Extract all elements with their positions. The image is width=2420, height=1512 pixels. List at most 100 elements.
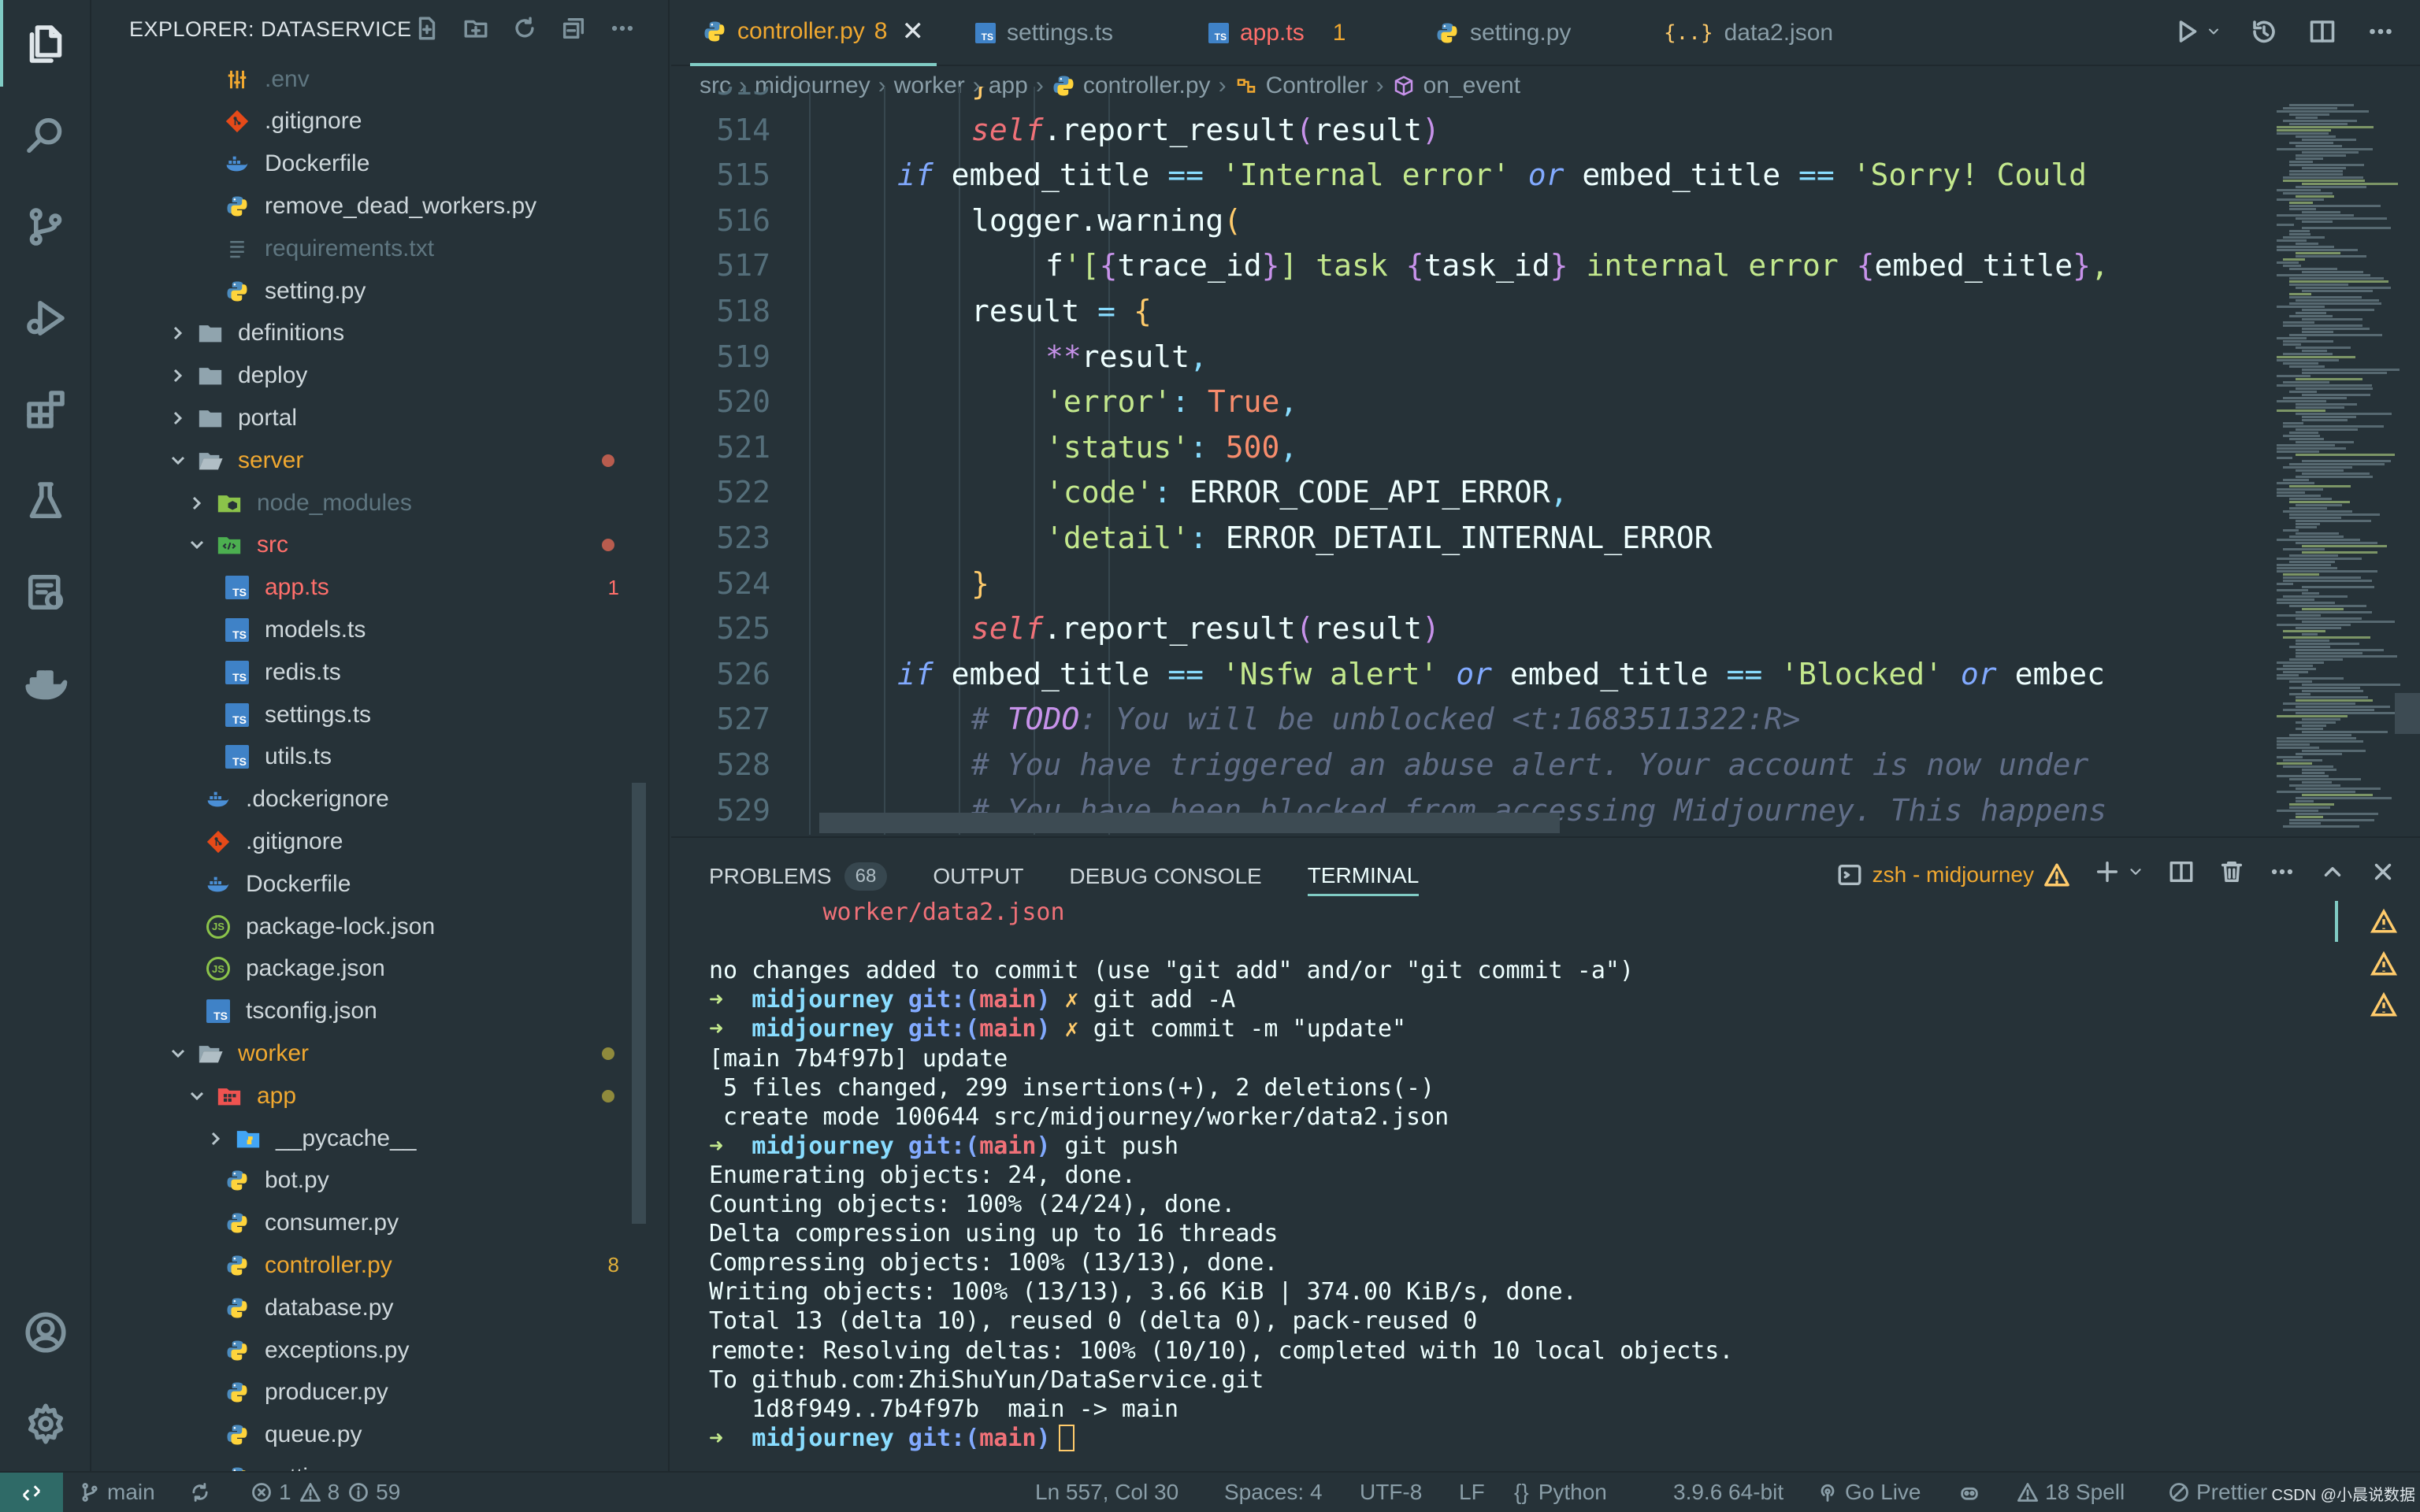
tab-problems[interactable]: PROBLEMS 68 <box>709 857 888 896</box>
more-actions-icon[interactable] <box>2365 16 2396 47</box>
folder-item[interactable]: app <box>91 1075 666 1117</box>
new-folder-icon[interactable] <box>462 14 490 43</box>
close-icon[interactable]: ✕ <box>901 16 924 47</box>
problems-summary[interactable]: 1 8 59 <box>251 1473 400 1512</box>
file-item[interactable]: TS settings.ts <box>91 694 666 736</box>
code-editor[interactable]: 513}514self.report_result(result)515if e… <box>671 87 2262 835</box>
minimap-line <box>2302 690 2364 692</box>
sync-status[interactable] <box>189 1473 217 1512</box>
settings-gear-icon[interactable] <box>20 1399 71 1449</box>
folder-item[interactable]: __pycache__ <box>91 1117 666 1159</box>
minimap-line <box>2277 602 2336 604</box>
file-item[interactable]: TS utils.ts <box>91 736 666 778</box>
language-mode[interactable]: {} Python <box>1514 1473 1607 1512</box>
more-actions-icon[interactable] <box>608 14 637 43</box>
file-item[interactable]: TS redis.ts <box>91 651 666 693</box>
new-file-icon[interactable] <box>413 14 441 43</box>
file-item[interactable]: setting.py <box>91 270 666 312</box>
tab-debug-console[interactable]: DEBUG CONSOLE <box>1069 857 1261 896</box>
git-branch[interactable]: main <box>79 1473 155 1512</box>
tab-app-ts[interactable]: TS app.ts 1 <box>1208 0 1345 66</box>
chevron-down-icon[interactable] <box>2127 858 2144 891</box>
file-item[interactable]: requirements.txt <box>91 228 666 269</box>
explorer-icon[interactable] <box>20 19 71 69</box>
file-item[interactable]: JS package.json <box>91 948 666 990</box>
terminal-selector[interactable]: zsh - midjourney <box>1836 862 2070 888</box>
refresh-icon[interactable] <box>510 14 539 43</box>
split-terminal-icon[interactable] <box>2168 858 2195 891</box>
file-item[interactable]: queue.py <box>91 1414 666 1456</box>
file-item[interactable]: database.py <box>91 1287 666 1329</box>
file-item[interactable]: TS app.ts 1 <box>91 567 666 609</box>
remote-indicator[interactable] <box>0 1473 63 1512</box>
extensions-icon[interactable] <box>20 384 71 435</box>
end-of-line[interactable]: LF <box>1459 1473 1485 1512</box>
file-item[interactable]: .gitignore <box>91 821 666 862</box>
file-item[interactable]: Dockerfile <box>91 863 666 905</box>
file-item[interactable]: TS models.ts <box>91 609 666 650</box>
remote-explorer-icon[interactable] <box>20 567 71 617</box>
close-panel-icon[interactable] <box>2370 858 2396 891</box>
file-item[interactable]: .dockerignore <box>91 779 666 821</box>
go-live-button[interactable]: Go Live <box>1817 1473 1921 1512</box>
source-control-icon[interactable] <box>20 202 71 252</box>
file-item[interactable]: .gitignore <box>91 101 666 143</box>
folder-item[interactable]: definitions <box>91 313 666 354</box>
search-icon[interactable] <box>20 110 71 161</box>
warning-icon[interactable] <box>2368 906 2400 937</box>
file-item[interactable]: producer.py <box>91 1372 666 1414</box>
testing-flask-icon[interactable] <box>20 476 71 526</box>
copilot-status[interactable] <box>1958 1473 1987 1512</box>
tab-terminal[interactable]: TERMINAL <box>1307 857 1420 896</box>
editor-horizontal-scrollbar[interactable] <box>819 813 1560 833</box>
terminal-output[interactable]: worker/data2.json no changes added to com… <box>709 899 2285 1465</box>
file-item[interactable]: TS tsconfig.json <box>91 991 666 1032</box>
chevron-down-icon[interactable] <box>2206 16 2221 47</box>
folder-item[interactable]: deploy <box>91 355 666 397</box>
account-icon[interactable] <box>20 1307 71 1358</box>
file-item[interactable]: exceptions.py <box>91 1329 666 1371</box>
item-label: worker <box>238 1040 310 1066</box>
collapse-all-icon[interactable] <box>559 14 588 43</box>
docker-icon[interactable] <box>20 658 71 709</box>
minimap-line <box>2277 762 2312 765</box>
folder-item[interactable]: server <box>91 439 666 481</box>
tab-output[interactable]: OUTPUT <box>933 857 1023 896</box>
split-editor-icon[interactable] <box>2307 16 2338 47</box>
cursor-position[interactable]: Ln 557, Col 30 <box>1035 1473 1178 1512</box>
tab-settings-ts[interactable]: TS settings.ts <box>975 0 1113 66</box>
folder-item[interactable]: portal <box>91 397 666 439</box>
file-item[interactable]: setting.py <box>91 1456 666 1471</box>
folder-item[interactable]: node_modules <box>91 482 666 524</box>
run-debug-icon[interactable] <box>20 293 71 343</box>
indentation[interactable]: Spaces: 4 <box>1224 1473 1323 1512</box>
warning-icon[interactable] <box>2368 989 2400 1021</box>
tab-data2-json[interactable]: {..} data2.json <box>1664 0 1833 66</box>
prettier-status[interactable]: Prettier <box>2168 1473 2267 1512</box>
sidebar-scrollbar[interactable] <box>632 783 646 1224</box>
file-item[interactable]: JS package-lock.json <box>91 906 666 947</box>
new-terminal-icon[interactable] <box>2094 858 2121 891</box>
minimap[interactable] <box>2269 104 2407 838</box>
maximize-panel-icon[interactable] <box>2319 858 2346 891</box>
file-item[interactable]: remove_dead_workers.py <box>91 185 666 227</box>
file-item[interactable]: consumer.py <box>91 1203 666 1244</box>
timeline-history-icon[interactable] <box>2248 16 2280 47</box>
trash-icon[interactable] <box>2218 858 2245 891</box>
more-actions-icon[interactable] <box>2269 858 2296 891</box>
minimap-line <box>2277 482 2315 484</box>
file-item[interactable]: controller.py 8 <box>91 1244 666 1286</box>
tab-controller-py[interactable]: controller.py 8 ✕ <box>690 0 937 66</box>
python-interpreter[interactable]: 3.9.6 64-bit <box>1673 1473 1783 1512</box>
tab-setting-py[interactable]: setting.py <box>1435 0 1571 66</box>
file-item[interactable]: bot.py <box>91 1160 666 1202</box>
minimap-slider[interactable] <box>2395 693 2420 734</box>
spell-check-status[interactable]: 18 Spell <box>2017 1473 2125 1512</box>
file-item[interactable]: Dockerfile <box>91 143 666 185</box>
encoding[interactable]: UTF-8 <box>1360 1473 1422 1512</box>
run-file-icon[interactable] <box>2171 16 2203 47</box>
file-item[interactable]: .env <box>91 58 666 100</box>
warning-icon[interactable] <box>2368 948 2400 980</box>
folder-item[interactable]: src <box>91 524 666 566</box>
folder-item[interactable]: worker <box>91 1032 666 1074</box>
